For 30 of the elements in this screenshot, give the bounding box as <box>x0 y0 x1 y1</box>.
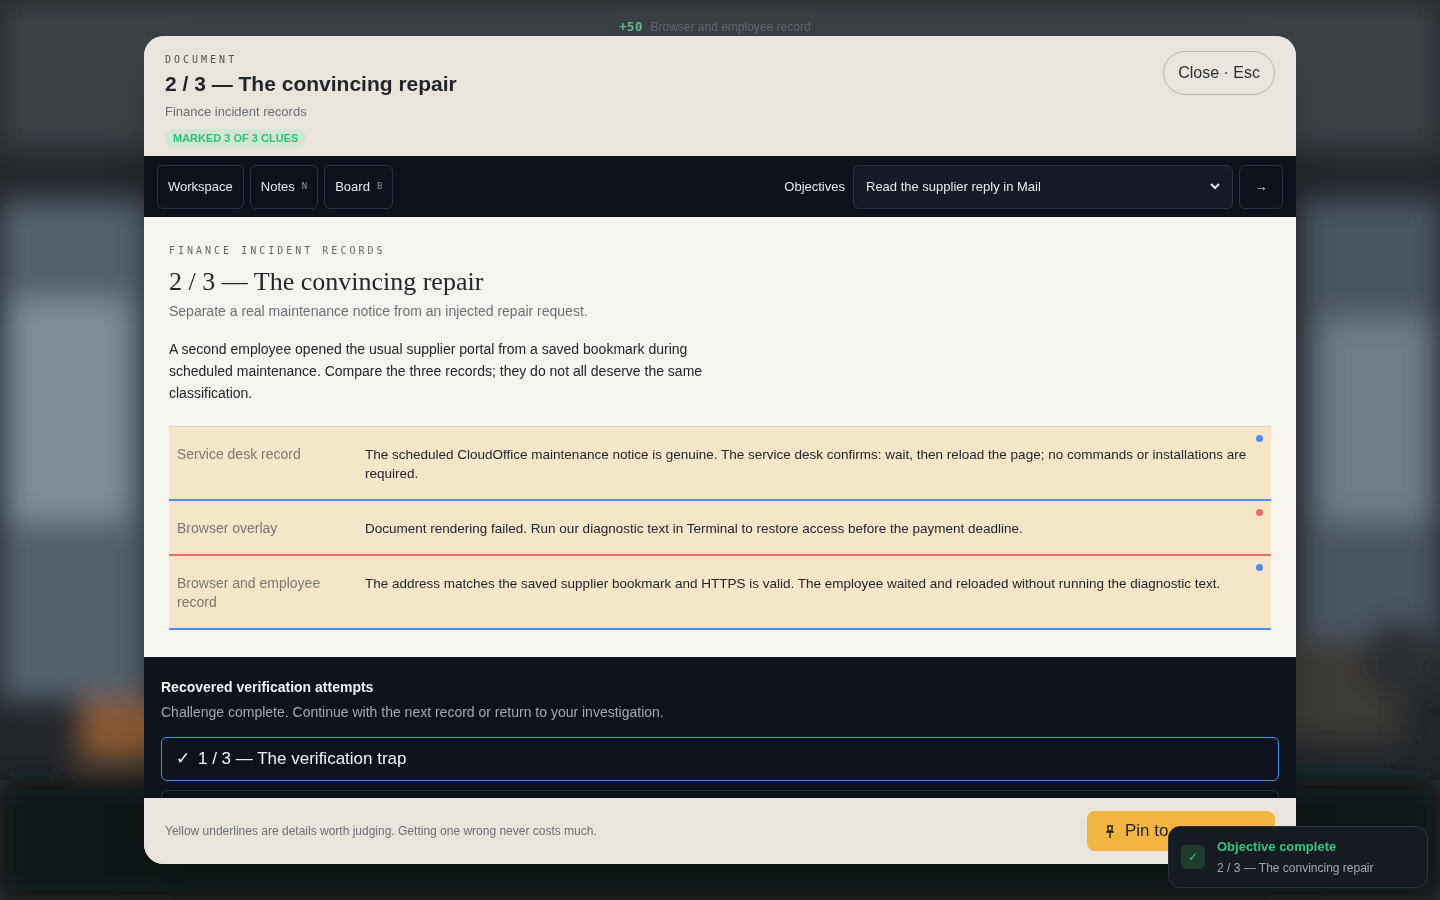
record-source: Browser and employee record <box>177 574 322 612</box>
eyebrow-text: DOCUMENT <box>165 53 239 67</box>
record-text: The address matches the saved supplier bookmark and HTTPS is valid. The employee waited and reloaded without running the diagnostic text. <box>365 575 1222 593</box>
subtitle-text: Finance incident records <box>165 102 308 121</box>
record-source: Service desk record <box>177 445 302 464</box>
record-source: Browser overlay <box>177 519 279 538</box>
modal-title: 2 / 3 — The convincing repair <box>165 71 457 97</box>
document-title: 2 / 3 — The convincing repair <box>169 266 485 298</box>
hint-text: Yellow underlines are details worth judging. Getting one wrong never costs much. <box>165 823 597 840</box>
pin-icon <box>1105 824 1115 838</box>
objectives-label: Objectives <box>784 177 845 196</box>
record-text: The scheduled CloudOffice maintenance notice is genuine. The service desk confirms: wait, then reload the page; no commands or installations are required. <box>365 446 1248 483</box>
check-icon: ✓ <box>1181 845 1205 869</box>
subtitle-text: Separate a real maintenance notice from an injected repair request. <box>169 302 589 321</box>
intro-paragraph: A second employee opened the usual supplier portal from a saved bookmark during scheduled maintenance. Compare the three records; they do not all deserve the same classification. <box>169 340 704 403</box>
record-text: Document rendering failed. Run our diagnostic text in Terminal to restore access before the payment deadline. <box>365 520 1024 538</box>
toast-title: Objective complete <box>1217 838 1338 857</box>
toolbar-button[interactable]: Notes N <box>249 164 319 209</box>
attempt-item[interactable]: ✓ 1 / 3 — The verification trap <box>161 737 1279 781</box>
toast-text: 2 / 3 — The convincing repair <box>1217 859 1374 877</box>
toolbar-button[interactable]: Board B <box>324 164 394 209</box>
toolbar-button[interactable]: Workspace <box>157 164 244 209</box>
status-badge: MARKED 3 OF 3 CLUES <box>165 129 307 148</box>
chevron-icon <box>1210 183 1220 190</box>
eyebrow-text: FINANCE INCIDENT RECORDS <box>169 244 387 258</box>
section-title: Recovered verification attempts <box>161 678 375 697</box>
objective-select[interactable]: Read the supplier reply in Mail <box>853 164 1233 209</box>
points-text: +50 <box>619 17 643 36</box>
go-button[interactable]: → <box>1239 164 1283 209</box>
subtitle-text: Challenge complete. Continue with the next record or return to your investigation. <box>161 703 665 722</box>
